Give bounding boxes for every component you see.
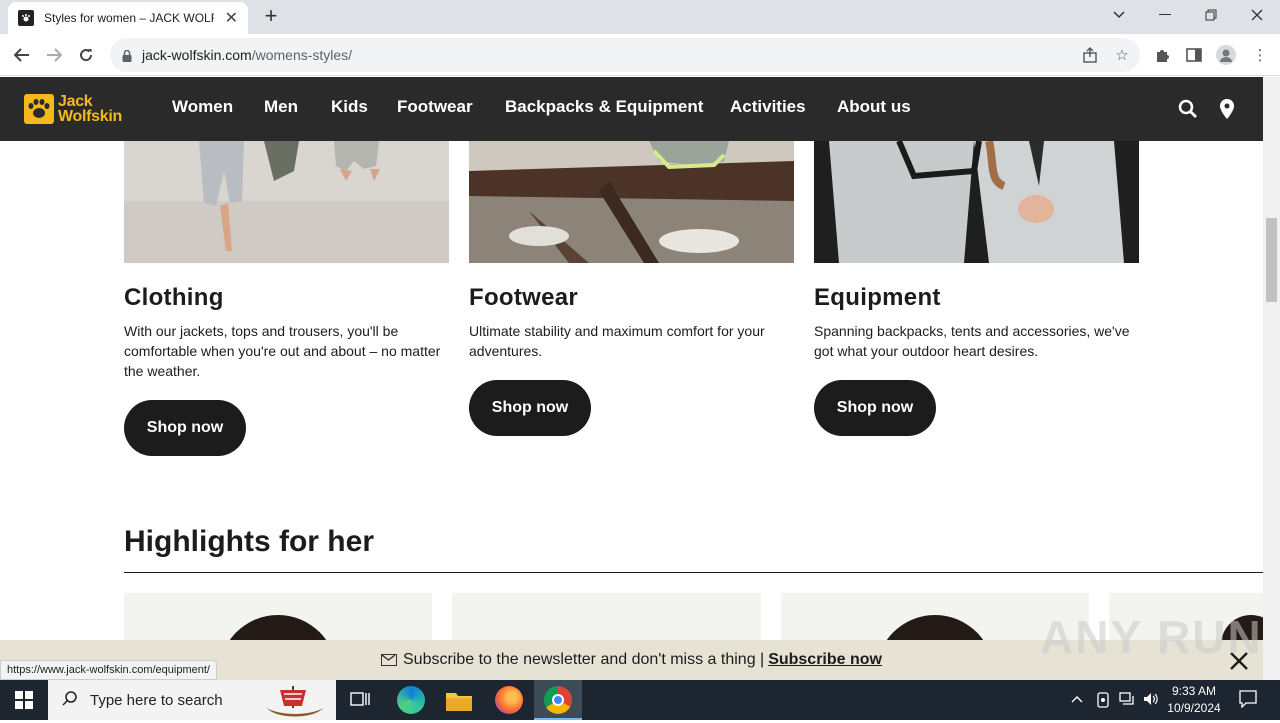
task-view-icon[interactable] (350, 690, 370, 715)
url-path: /womens-styles/ (251, 47, 353, 63)
highlights-divider (124, 572, 1263, 573)
logo-line-1: Jack (58, 93, 93, 110)
logo-line-2: Wolfskin (58, 108, 122, 125)
edge-browser-icon[interactable] (397, 686, 425, 714)
chrome-taskbar-button[interactable] (534, 680, 582, 720)
footwear-title: Footwear (469, 284, 579, 311)
logo-text: Jack Wolfskin (58, 93, 122, 125)
clothing-image[interactable] (124, 141, 449, 263)
clock-date: 10/9/2024 (1167, 701, 1221, 715)
lock-icon (122, 49, 132, 62)
tab-title: Styles for women – JACK WOLFSKIN (44, 11, 214, 25)
equipment-description: Spanning backpacks, tents and accessorie… (814, 323, 1130, 359)
url-host: jack-wolfskin.com (142, 47, 252, 63)
footwear-image[interactable] (469, 141, 794, 263)
taskbar-search-box[interactable]: Type here to search (48, 680, 336, 720)
restore-button[interactable] (1188, 0, 1234, 30)
windows-start-icon[interactable] (0, 680, 48, 720)
back-arrow-icon[interactable] (9, 42, 35, 68)
status-bar-url: https://www.jack-wolfskin.com/equipment/ (0, 660, 217, 680)
bookmark-star-icon[interactable]: ☆ (1111, 44, 1133, 66)
search-icon[interactable] (1178, 99, 1198, 124)
site-navigation: Jack Wolfskin Women Men Kids Footwear Ba… (0, 77, 1280, 141)
minimize-button[interactable] (1142, 0, 1188, 30)
nav-about-us[interactable]: About us (837, 97, 911, 117)
store-locator-pin-icon[interactable] (1219, 99, 1235, 124)
extensions-puzzle-icon[interactable] (1151, 44, 1173, 66)
nav-kids[interactable]: Kids (331, 97, 368, 117)
network-icon[interactable] (1119, 692, 1135, 709)
newsletter-text: Subscribe to the newsletter and don't mi… (403, 651, 765, 668)
nav-backpacks-equipment[interactable]: Backpacks & Equipment (505, 97, 703, 117)
browser-tab[interactable]: Styles for women – JACK WOLFSKIN ✕ (8, 2, 248, 34)
watermark: ANY RUN (1040, 611, 1263, 663)
profile-avatar-icon[interactable] (1215, 44, 1237, 66)
nav-footwear[interactable]: Footwear (397, 97, 473, 117)
tab-close-icon[interactable]: ✕ (225, 8, 238, 28)
tab-strip: Styles for women – JACK WOLFSKIN ✕ + (0, 0, 1280, 34)
browser-toolbar: jack-wolfskin.com/womens-styles/ ☆ ⋮ (0, 34, 1280, 76)
jack-wolfskin-favicon-icon (18, 10, 34, 26)
paw-logo-icon (24, 94, 54, 124)
windows-taskbar: Type here to search 9:33 AM 10/9/2024 (0, 680, 1280, 720)
close-window-button[interactable] (1234, 0, 1280, 30)
nav-women[interactable]: Women (172, 97, 233, 117)
file-explorer-icon[interactable] (446, 689, 472, 716)
volume-icon[interactable] (1143, 692, 1159, 709)
clothing-title: Clothing (124, 284, 224, 311)
tab-search-chevron-down-icon[interactable] (1096, 0, 1142, 30)
search-icon (62, 690, 78, 711)
equipment-shop-now-button[interactable]: Shop now (814, 380, 936, 436)
notifications-icon[interactable] (1239, 690, 1257, 711)
footwear-shop-now-button[interactable]: Shop now (469, 380, 591, 436)
envelope-icon (381, 654, 397, 666)
taskbar-clock[interactable]: 9:33 AM 10/9/2024 (1164, 683, 1224, 717)
nav-activities[interactable]: Activities (730, 97, 806, 117)
device-icon[interactable] (1096, 692, 1110, 711)
forward-arrow-icon[interactable] (41, 42, 67, 68)
side-panel-icon[interactable] (1183, 44, 1205, 66)
chrome-icon (544, 686, 572, 714)
nav-men[interactable]: Men (264, 97, 298, 117)
menu-kebab-icon[interactable]: ⋮ (1249, 44, 1271, 66)
viking-ship-icon (262, 682, 328, 723)
clock-time: 9:33 AM (1171, 684, 1217, 698)
address-bar[interactable]: jack-wolfskin.com/womens-styles/ (110, 38, 1140, 72)
page-scrollbar[interactable] (1263, 77, 1280, 680)
equipment-title: Equipment (814, 284, 941, 311)
firefox-icon[interactable] (495, 686, 523, 714)
subscribe-now-link[interactable]: Subscribe now (768, 651, 882, 669)
jack-wolfskin-logo[interactable]: Jack Wolfskin (24, 93, 140, 125)
clothing-description: With our jackets, tops and trousers, you… (124, 323, 441, 379)
clothing-shop-now-button[interactable]: Shop now (124, 400, 246, 456)
equipment-image[interactable] (814, 141, 1139, 263)
scrollbar-thumb[interactable] (1266, 218, 1277, 302)
share-icon[interactable] (1079, 44, 1101, 66)
show-hidden-icons-chevron-up-icon[interactable] (1071, 692, 1083, 706)
footwear-description: Ultimate stability and maximum comfort f… (469, 323, 765, 359)
reload-icon[interactable] (73, 42, 99, 68)
highlights-title: Highlights for her (124, 525, 374, 558)
taskbar-search-placeholder: Type here to search (90, 691, 223, 709)
new-tab-button[interactable]: + (258, 4, 284, 30)
